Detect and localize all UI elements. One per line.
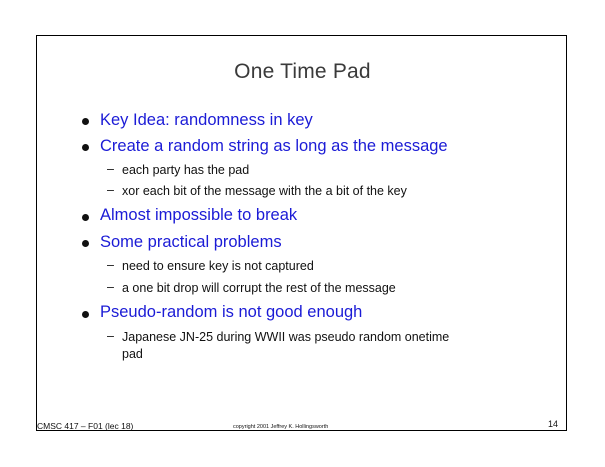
sub-bullet-item: need to ensure key is not captured: [122, 259, 314, 273]
bullet-dot-icon: [82, 240, 89, 247]
sub-bullet-item: a one bit drop will corrupt the rest of …: [122, 281, 396, 295]
page-number: 14: [548, 419, 559, 429]
slide-title: One Time Pad: [234, 60, 371, 83]
bullet-dot-icon: [82, 311, 89, 318]
bullet-item: Almost impossible to break: [100, 206, 298, 224]
bullet-item: Some practical problems: [100, 233, 282, 251]
dash-icon: –: [107, 183, 114, 197]
sub-bullet-item: each party has the pad: [122, 163, 250, 177]
dash-icon: –: [107, 280, 114, 294]
dash-icon: –: [107, 329, 114, 343]
sub-bullet-item-continuation: pad: [122, 347, 143, 361]
sub-bullet-item: Japanese JN-25 during WWII was pseudo ra…: [122, 330, 450, 344]
bullet-dot-icon: [82, 144, 89, 151]
footer-copyright: copyright 2001 Jeffrey K. Hollingsworth: [233, 424, 329, 430]
bullet-dot-icon: [82, 214, 89, 221]
bullet-item: Create a random string as long as the me…: [100, 137, 448, 155]
dash-icon: –: [107, 258, 114, 272]
dash-icon: –: [107, 162, 114, 176]
bullet-dot-icon: [82, 118, 89, 125]
sub-bullet-item: xor each bit of the message with the a b…: [122, 184, 407, 198]
bullet-item: Key Idea: randomness in key: [100, 111, 313, 129]
bullet-item: Pseudo-random is not good enough: [100, 303, 363, 321]
footer-course: CMSC 417 – F01 (lec 18): [37, 421, 134, 431]
